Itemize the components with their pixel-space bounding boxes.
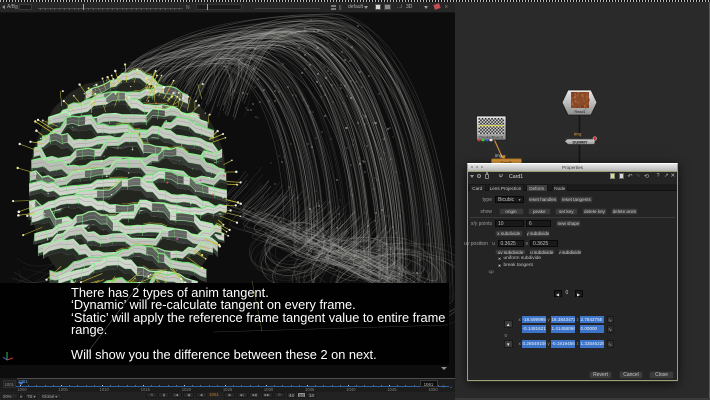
svg-text:img: img: [574, 132, 582, 137]
svg-text:DUMMY: DUMMY: [572, 139, 587, 144]
svg-text:CheckerBoard1: CheckerBoard1: [479, 136, 504, 140]
svg-text:img: img: [495, 153, 503, 158]
svg-text:Read1: Read1: [574, 110, 585, 114]
